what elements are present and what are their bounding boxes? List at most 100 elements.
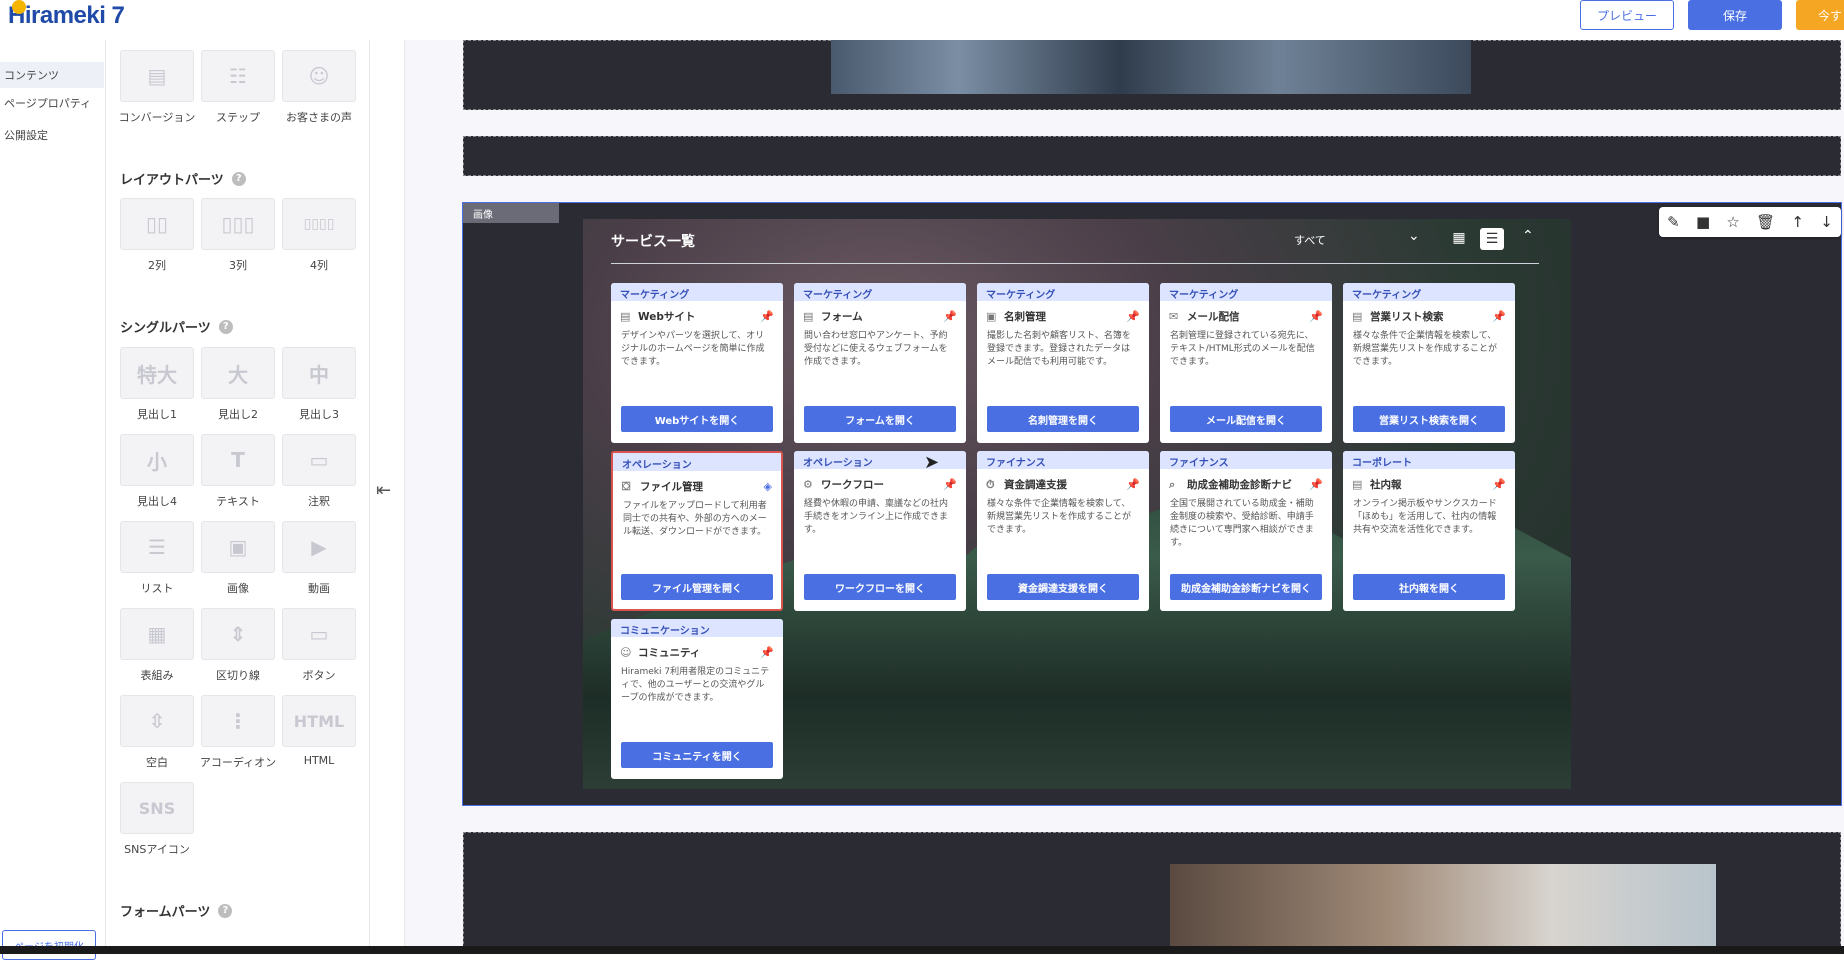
help-icon[interactable]: ?	[231, 171, 246, 186]
pin-icon[interactable]: ◈	[764, 480, 772, 493]
nav-contents[interactable]: コンテンツ	[0, 62, 104, 88]
open-service-button[interactable]: メール配信を開く	[1170, 406, 1322, 432]
four-column-tile[interactable]: ▯▯▯▯	[282, 198, 356, 250]
single-part-tile[interactable]: ⋮	[201, 695, 275, 747]
help-icon[interactable]: ?	[218, 319, 233, 334]
open-service-button[interactable]: 助成金補助金診断ナビを開く	[1170, 574, 1322, 600]
open-service-button[interactable]: 営業リスト検索を開く	[1353, 406, 1505, 432]
single-part-tile[interactable]: ☰	[120, 521, 194, 573]
part-glyph-icon: 大	[228, 362, 248, 387]
single-part-tile[interactable]: 大	[201, 347, 275, 399]
pin-icon[interactable]: 📌	[1126, 478, 1140, 491]
single-part-tile[interactable]: ▭	[282, 434, 356, 486]
category-filter[interactable]: すべて	[1294, 232, 1326, 248]
help-icon[interactable]: ?	[218, 903, 233, 918]
tile-label: 画像	[227, 582, 249, 595]
pin-icon[interactable]: 📌	[1309, 478, 1323, 491]
service-icon: ▤	[620, 310, 631, 323]
card-name: 資金調達支援	[1004, 479, 1067, 491]
pin-icon[interactable]: 📌	[1126, 310, 1140, 323]
open-service-button[interactable]: ファイル管理を開く	[621, 574, 773, 600]
move-up-icon[interactable]: ↑	[1791, 213, 1804, 231]
tile-label: 表組み	[140, 669, 174, 682]
color-icon[interactable]: ■	[1696, 213, 1710, 231]
open-service-button[interactable]: 名刺管理を開く	[987, 406, 1139, 432]
part-glyph-icon: ⇕	[229, 622, 247, 646]
single-part-tile[interactable]: ⇳	[120, 695, 194, 747]
pin-icon[interactable]: 📌	[943, 310, 957, 323]
reset-page-button[interactable]: ページを初期化	[2, 930, 96, 960]
section-block[interactable]	[463, 136, 1841, 176]
list-view-icon[interactable]: ☰	[1480, 228, 1504, 250]
chevron-down-icon[interactable]: ⌄	[1408, 228, 1420, 244]
mouse-cursor-icon: ➤	[924, 452, 940, 473]
single-part-tile[interactable]: ⇕	[201, 608, 275, 660]
preview-button[interactable]: プレビュー	[1580, 0, 1674, 30]
publish-now-button[interactable]: 今す	[1796, 0, 1844, 30]
two-column-tile[interactable]: ▯▯	[120, 198, 194, 250]
tile-label: テキスト	[216, 495, 260, 508]
card-category: マーケティング	[1343, 283, 1515, 301]
service-card[interactable]: マーケティング ▤ フォーム 📌 問い合わせ窓口やアンケート、予約受付などに使えるウェブ…	[794, 283, 966, 443]
service-card[interactable]: ファイナンス ⏱ 資金調達支援 📌 様々な条件で企業情報を検索して、新規営業先リストを作…	[977, 451, 1149, 611]
single-part-tile[interactable]: 中	[282, 347, 356, 399]
service-card[interactable]: マーケティング ✉ メール配信 📌 名刺管理に登録されている宛先に、テキスト/HTML形…	[1160, 283, 1332, 443]
single-part-tile[interactable]: HTML	[282, 695, 356, 747]
app-logo[interactable]: Hirameki 7	[8, 0, 125, 30]
city-photo	[831, 40, 1471, 94]
tile-label: 動画	[308, 582, 330, 595]
part-glyph-icon: ▭	[309, 622, 329, 646]
pin-icon[interactable]: 📌	[1309, 310, 1323, 323]
collapse-panel-icon[interactable]: ⇤	[376, 480, 391, 501]
open-service-button[interactable]: ワークフローを開く	[804, 574, 956, 600]
single-part-tile[interactable]: 特大	[120, 347, 194, 399]
service-card[interactable]: オペレーション ⚙ ワークフロー 📌 経費や休暇の申請、稟議などの社内手続きをオンライン…	[794, 451, 966, 611]
testimonial-part-tile[interactable]: ☺	[282, 50, 356, 102]
step-part-tile[interactable]: ☷	[201, 50, 275, 102]
pin-icon[interactable]: 📌	[760, 310, 774, 323]
service-icon: ▤	[1352, 310, 1363, 323]
open-service-button[interactable]: Webサイトを開く	[621, 406, 773, 432]
open-service-button[interactable]: フォームを開く	[804, 406, 956, 432]
three-column-tile[interactable]: ▯▯▯	[201, 198, 275, 250]
save-button[interactable]: 保存	[1688, 0, 1782, 30]
single-part-tile[interactable]: ▭	[282, 608, 356, 660]
service-card[interactable]: ファイナンス ⌕ 助成金補助金診断ナビ 📌 全国で展開されている助成金・補助金制度の検索…	[1160, 451, 1332, 611]
move-down-icon[interactable]: ↓	[1820, 213, 1833, 231]
open-service-button[interactable]: 社内報を開く	[1353, 574, 1505, 600]
service-card[interactable]: マーケティング ▤ 営業リスト検索 📌 様々な条件で企業情報を検索して、新規営業先リスト…	[1343, 283, 1515, 443]
single-part-tile[interactable]: ▦	[120, 608, 194, 660]
single-part-tile[interactable]: ▶	[282, 521, 356, 573]
edit-icon[interactable]: ✎	[1667, 213, 1680, 231]
service-list-title: サービス一覧	[611, 234, 695, 250]
section-toolbar: ✎ ■ ☆ 🗑 ↑ ↓	[1659, 207, 1841, 237]
conversion-part-tile[interactable]: ▤	[120, 50, 194, 102]
single-part-tile[interactable]: SNS	[120, 782, 194, 834]
service-card[interactable]: マーケティング ▤ Webサイト 📌 デザインやパーツを選択して、オリジナルのホームペー…	[611, 283, 783, 443]
tile-label: 区切り線	[216, 669, 260, 682]
nav-page-properties[interactable]: ページプロパティ	[0, 90, 104, 116]
nav-publish-settings[interactable]: 公開設定	[0, 122, 104, 148]
service-icon: ⚙	[803, 478, 813, 491]
chevron-up-icon[interactable]: ⌃	[1522, 228, 1534, 244]
single-part-tile[interactable]: T	[201, 434, 275, 486]
service-card[interactable]: オペレーション ⛋ ファイル管理 ◈ ファイルをアップロードして利用者同士での共有や、外…	[611, 451, 783, 611]
delete-icon[interactable]: 🗑	[1756, 213, 1775, 231]
service-icon: ▤	[803, 310, 814, 323]
star-icon[interactable]: ☆	[1726, 213, 1739, 231]
pin-icon[interactable]: 📌	[943, 478, 957, 491]
card-description: 撮影した名刺や顧客リスト、名簿を登録できます。登録されたデータはメール配信でも利…	[987, 331, 1131, 367]
pin-icon[interactable]: 📌	[1492, 478, 1506, 491]
pin-icon[interactable]: 📌	[760, 646, 774, 659]
card-header: ▤ 社内報 📌	[1343, 469, 1515, 492]
service-card[interactable]: コーポレート ▤ 社内報 📌 オンライン掲示板やサンクスカード「ほめも」を活用して、社内…	[1343, 451, 1515, 611]
open-service-button[interactable]: 資金調達支援を開く	[987, 574, 1139, 600]
service-card[interactable]: マーケティング ▣ 名刺管理 📌 撮影した名刺や顧客リスト、名簿を登録できます。登録され…	[977, 283, 1149, 443]
service-card[interactable]: コミュニケーション ☺ コミュニティ 📌 Hirameki 7利用者限定のコミュニティで…	[611, 619, 783, 779]
grid-view-icon[interactable]: ▦	[1448, 227, 1470, 249]
pin-icon[interactable]: 📌	[1492, 310, 1506, 323]
single-part-tile[interactable]: 小	[120, 434, 194, 486]
card-description: オンライン掲示板やサンクスカード「ほめも」を活用して、社内の情報共有や交流を活性…	[1353, 499, 1497, 535]
single-part-tile[interactable]: ▣	[201, 521, 275, 573]
open-service-button[interactable]: コミュニティを開く	[621, 742, 773, 768]
